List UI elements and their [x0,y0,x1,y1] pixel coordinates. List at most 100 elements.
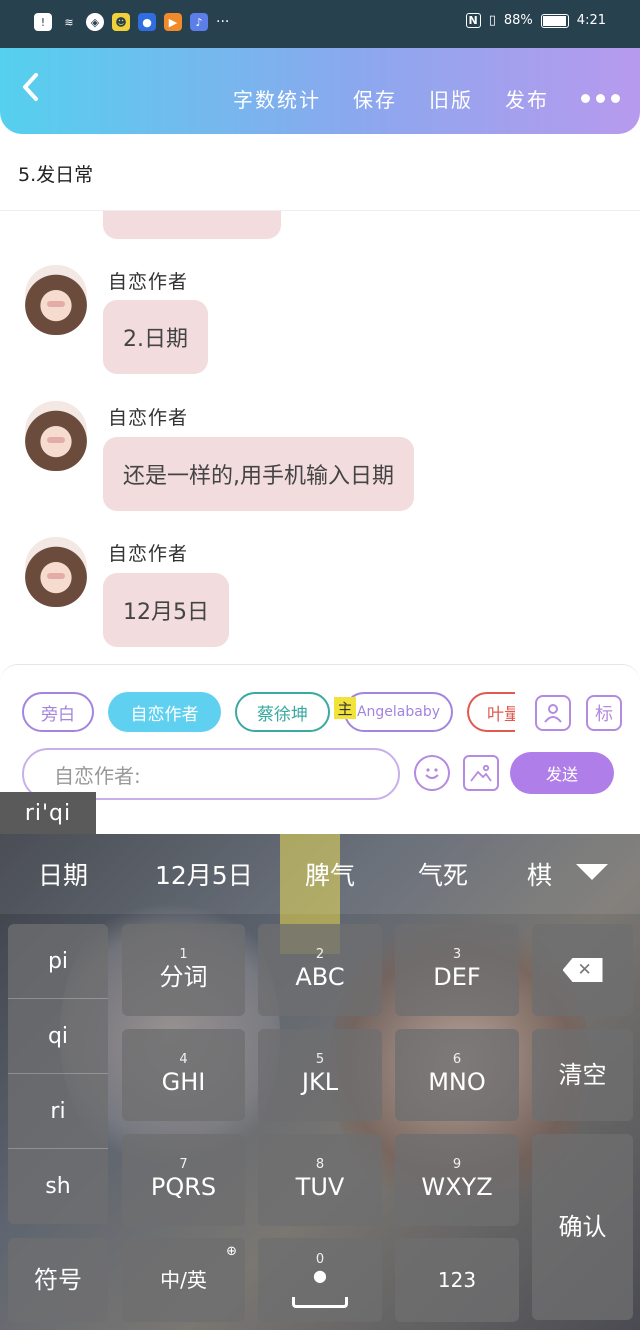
avatar[interactable] [25,265,87,335]
key-label: DEF [433,963,481,991]
key-9[interactable]: 9 WXYZ [395,1134,519,1226]
key-label: 分词 [159,963,208,991]
key-label: 清空 [558,1061,607,1089]
microphone-icon: ● [313,1265,327,1285]
key-number: 9 [452,1157,462,1172]
old-version-button[interactable]: 旧版 [429,84,473,113]
candidate[interactable]: 棋 [527,856,552,892]
key-number: 4 [179,1052,188,1067]
space-key[interactable]: 0 ● [258,1238,382,1322]
battery-percent: 88% [503,13,533,28]
battery-icon [540,13,569,28]
role-chip-cai[interactable]: 蔡徐坤 [235,692,330,732]
role-chip-angelababy[interactable]: Angelababy [344,692,453,732]
key-label: 中/英 [160,1268,207,1292]
message-sender: 自恋作者 [108,407,189,429]
location-icon: ◈ [86,13,104,31]
message-bubble[interactable]: 2.日期 [103,300,208,374]
publish-button[interactable]: 发布 [505,84,549,113]
clear-key[interactable]: 清空 [532,1029,633,1121]
clock: 4:21 [576,13,606,28]
message-bubble[interactable]: 12月5日 [103,573,229,647]
key-3[interactable]: 3 DEF [395,924,519,1016]
nfc-icon: N [465,13,481,28]
number-key[interactable]: 123 [395,1238,519,1322]
key-4[interactable]: 4 GHI [122,1029,245,1121]
symbol-key[interactable]: 符号 [8,1238,108,1322]
editor-top-bar: 字数统计 保存 旧版 发布 [0,48,640,134]
key-number: 7 [179,1157,188,1172]
key-number: 3 [452,947,462,962]
candidate[interactable]: 气死 [418,856,468,892]
avatar[interactable] [25,537,87,607]
word-count-button[interactable]: 字数统计 [233,84,321,113]
key-number: 8 [315,1157,325,1172]
message-sender: 自恋作者 [108,543,189,565]
role-chip-ye[interactable]: 叶量 [467,692,515,732]
avatar[interactable] [25,401,87,471]
candidate[interactable]: 12月5日 [155,856,253,892]
ime-keyboard: 日期 12月5日 脾气 气死 棋 pi qi ri sh 1 分词 2 ABC … [0,834,640,1330]
key-number: 0 [315,1251,325,1267]
image-icon[interactable] [463,755,499,791]
wifi-icon: ≋ [64,15,74,29]
more-dots-icon[interactable] [581,94,620,103]
status-bar: ! ≋ ◈ ☻ ● ▶ ♪ ··· N ▯ 88% 4:21 [0,0,640,48]
key-number: 5 [315,1052,325,1067]
chat-area[interactable]: 自恋作者 2.日期 自恋作者 还是一样的,用手机输入日期 自恋作者 12月5日 [0,211,640,666]
key-5[interactable]: 5 JKL [258,1029,382,1121]
notification-icon: ! [34,13,52,31]
ime-composition: ri'qi [0,792,96,834]
app-icon-2: ● [138,13,156,31]
key-label: MNO [428,1068,486,1096]
more-dots-icon: ··· [216,14,230,30]
mark-button[interactable]: 标 [586,695,622,731]
key-8[interactable]: 8 TUV [258,1134,382,1226]
key-7[interactable]: 7 PQRS [122,1134,245,1226]
candidate[interactable]: 日期 [38,856,88,892]
pinyin-option[interactable]: sh [8,1149,108,1224]
send-button[interactable]: 发送 [510,752,614,794]
key-number: 6 [452,1052,462,1067]
save-button[interactable]: 保存 [353,84,397,113]
collapse-candidates-icon[interactable] [576,864,608,880]
emoji-icon[interactable] [414,755,450,791]
role-chip-narrator[interactable]: 旁白 [22,692,94,732]
main-role-badge: 主 [334,697,356,719]
add-role-icon[interactable] [535,695,571,731]
lang-switch-key[interactable]: ⊕ 中/英 [122,1238,245,1322]
pinyin-option[interactable]: ri [8,1074,108,1149]
status-left-icons: ! ≋ ◈ ☻ ● ▶ ♪ ··· [34,13,229,31]
backspace-key[interactable] [532,924,633,1016]
key-label: JKL [301,1068,339,1096]
role-chip-author[interactable]: 自恋作者 [108,692,221,732]
chapter-title: 5.发日常 [18,164,94,186]
key-number: 1 [179,947,188,962]
pinyin-option[interactable]: pi [8,924,108,999]
music-icon: ♪ [190,13,208,31]
pinyin-list: pi qi ri sh [8,924,108,1224]
key-1[interactable]: 1 分词 [122,924,245,1016]
message-bubble[interactable]: 还是一样的,用手机输入日期 [103,437,414,511]
video-icon: ▶ [164,13,182,31]
key-label: WXYZ [421,1173,493,1201]
app-icon-1: ☻ [112,13,130,31]
key-2[interactable]: 2 ABC [258,924,382,1016]
globe-icon: ⊕ [226,1244,237,1259]
message-sender: 自恋作者 [108,271,189,293]
key-label: 确认 [558,1213,607,1241]
candidate-bar: 日期 12月5日 脾气 气死 棋 [0,834,640,914]
key-6[interactable]: 6 MNO [395,1029,519,1121]
candidate[interactable]: 脾气 [305,856,355,892]
backspace-icon [562,958,603,982]
space-icon [292,1296,348,1308]
key-label: 符号 [34,1266,82,1294]
key-label: 123 [437,1268,477,1292]
message-bubble-partial[interactable] [103,211,281,239]
key-label: ABC [295,963,345,991]
back-icon[interactable] [20,72,40,107]
status-right: N ▯ 88% 4:21 [465,13,606,28]
pinyin-option[interactable]: qi [8,999,108,1074]
compose-panel: 旁白 自恋作者 蔡徐坤 Angelababy 主 叶量 标 自恋作者: 发送 [0,664,640,801]
confirm-key[interactable]: 确认 [532,1134,633,1320]
